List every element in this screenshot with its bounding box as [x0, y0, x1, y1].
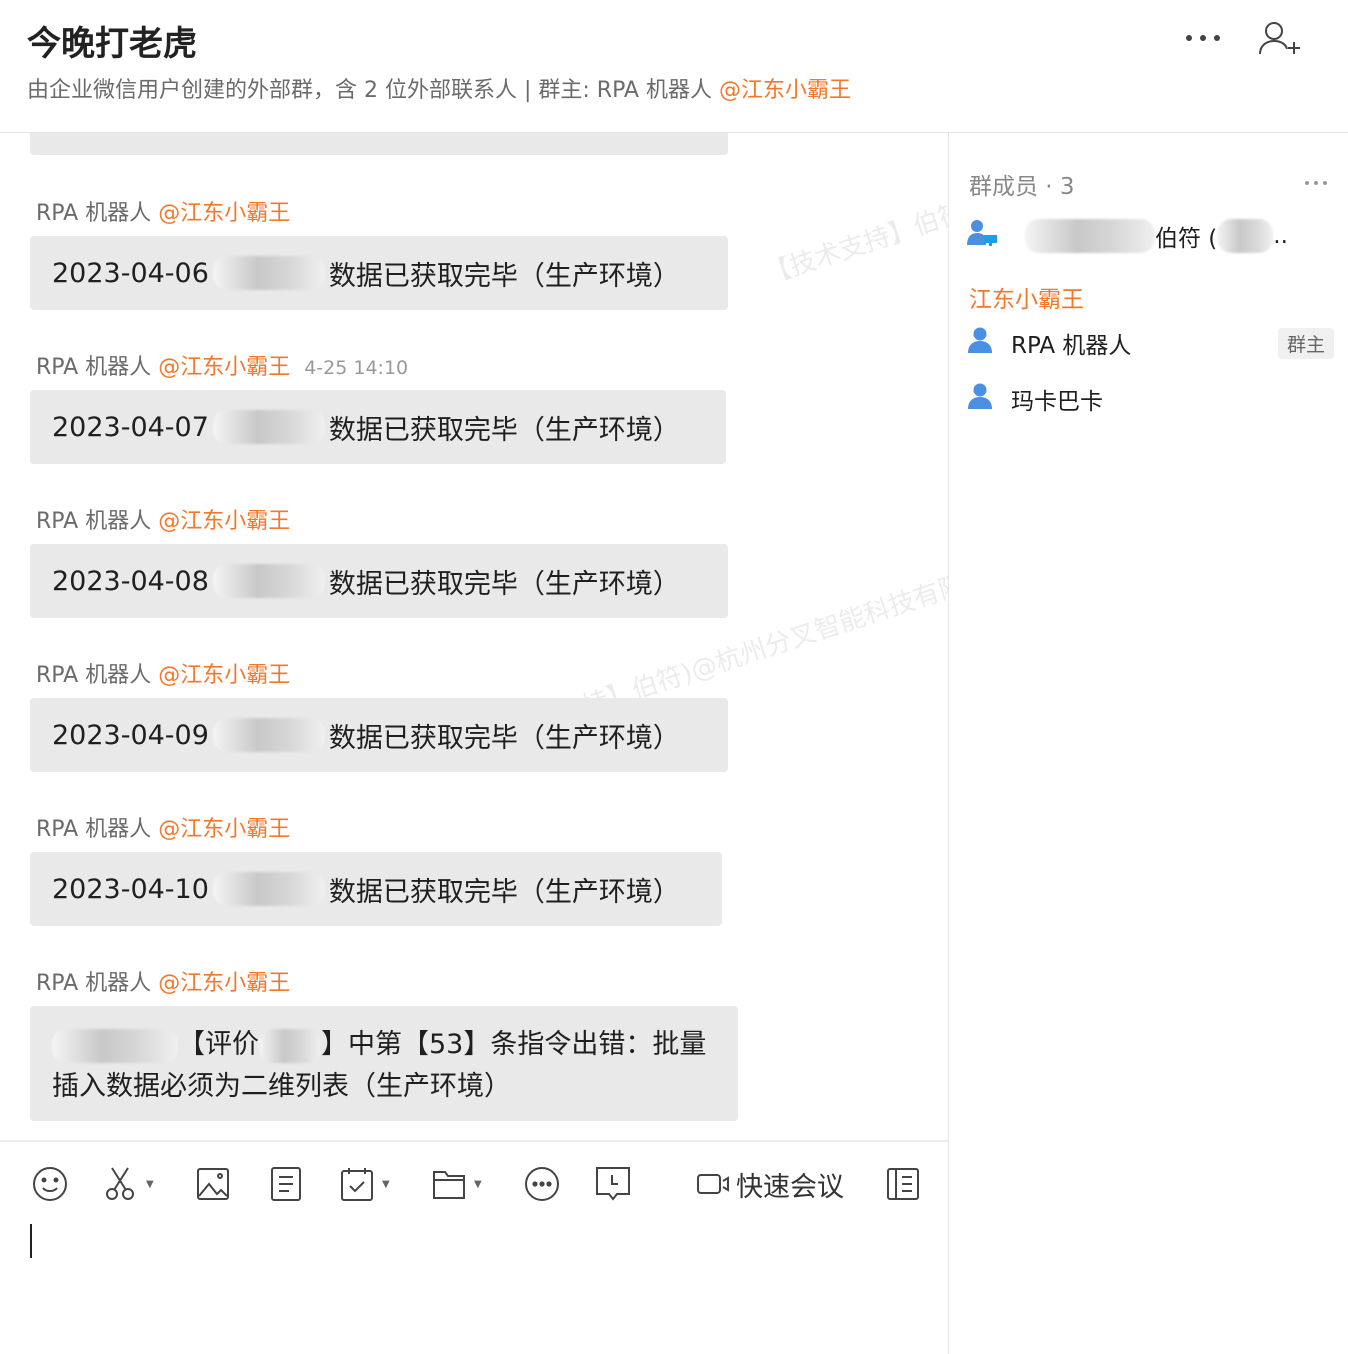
- caret-down-icon[interactable]: ▼: [382, 1179, 390, 1190]
- caret-down-icon[interactable]: ▼: [474, 1179, 482, 1190]
- image-icon[interactable]: [196, 1166, 230, 1202]
- composer: ▼ ▼ ▼ 快速会议: [0, 1140, 948, 1354]
- member-item[interactable]: RPA 机器人: [967, 326, 1131, 360]
- quick-meeting-button[interactable]: 快速会议: [696, 1166, 844, 1203]
- user-icon: [967, 383, 1011, 415]
- member-name: 玛卡巴卡: [1011, 389, 1103, 415]
- message-bubble: 2023-04-06 数据已获取完毕（生产环境）: [30, 236, 728, 310]
- message-bubble: 2023-04-09 数据已获取完毕（生产环境）: [30, 698, 728, 772]
- group-title: 今晚打老虎: [27, 24, 197, 64]
- member-item[interactable]: 玛卡巴卡: [967, 382, 1103, 416]
- message-sender: RPA 机器人 @江东小霸王 4-25 14:10: [36, 355, 409, 380]
- message-sender: RPA 机器人 @江东小霸王: [36, 201, 291, 226]
- document-icon[interactable]: [270, 1166, 302, 1202]
- message-bubble: [30, 133, 728, 155]
- message-sender: RPA 机器人 @江东小霸王: [36, 509, 291, 534]
- member-count: 群成员 · 3: [969, 174, 1075, 200]
- message-list[interactable]: 【技术支持】伯符 【技术支持】伯符)@杭州分叉智能科技有限公司 RPA 机器人 …: [0, 133, 948, 1140]
- message-bubble: 2023-04-10 数据已获取完毕（生产环境）: [30, 852, 722, 926]
- watermark: 【技术支持】伯符: [761, 197, 948, 291]
- owner-mention[interactable]: @江东小霸王: [719, 78, 851, 103]
- message-sender: RPA 机器人 @江东小霸王: [36, 971, 291, 996]
- add-member-icon[interactable]: [1258, 20, 1302, 62]
- group-subtitle: 由企业微信用户创建的外部群，含 2 位外部联系人 | 群主: RPA 机器人 @…: [27, 72, 851, 104]
- user-icon: [967, 327, 1011, 359]
- more-icon[interactable]: [1184, 26, 1222, 54]
- message-bubble: 2023-04-07 数据已获取完毕（生产环境）: [30, 390, 726, 464]
- member-name: RPA 机器人: [1011, 333, 1132, 359]
- member-panel: 群成员 · 3 伯符 (.. 江东小霸王 RPA 机器人 群主 玛卡巴卡: [948, 133, 1348, 1354]
- member-group-label: 江东小霸王: [969, 287, 1084, 313]
- side-panel-icon[interactable]: [886, 1166, 920, 1202]
- more-apps-icon[interactable]: [524, 1166, 560, 1202]
- caret-down-icon[interactable]: ▼: [146, 1179, 154, 1190]
- subtitle-text: 由企业微信用户创建的外部群，含 2 位外部联系人 | 群主: RPA 机器人: [27, 78, 719, 103]
- member-item[interactable]: 伯符 (..: [967, 219, 1288, 253]
- message-bubble: 【评价 】中第【53】条指令出错：批量 插入数据必须为二维列表（生产环境）: [30, 1006, 738, 1121]
- message-sender: RPA 机器人 @江东小霸王: [36, 663, 291, 688]
- message-time: 4-25 14:10: [304, 357, 409, 379]
- owner-badge: 群主: [1277, 328, 1334, 359]
- chat-header: 今晚打老虎 由企业微信用户创建的外部群，含 2 位外部联系人 | 群主: RPA…: [0, 0, 1348, 133]
- folder-icon[interactable]: ▼: [432, 1166, 482, 1202]
- message-input[interactable]: [30, 1224, 32, 1258]
- member-more-icon[interactable]: [1304, 173, 1328, 192]
- message-sender: RPA 机器人 @江东小霸王: [36, 817, 291, 842]
- video-call-icon: [697, 1174, 729, 1194]
- screenshot-icon[interactable]: ▼: [104, 1166, 154, 1202]
- emoji-icon[interactable]: [32, 1166, 68, 1202]
- message-bubble: 2023-04-08 数据已获取完毕（生产环境）: [30, 544, 728, 618]
- schedule-icon[interactable]: ▼: [340, 1166, 390, 1202]
- user-pc-icon: [967, 219, 1011, 253]
- quick-meeting-label: 快速会议: [736, 1171, 844, 1203]
- history-icon[interactable]: [595, 1166, 631, 1202]
